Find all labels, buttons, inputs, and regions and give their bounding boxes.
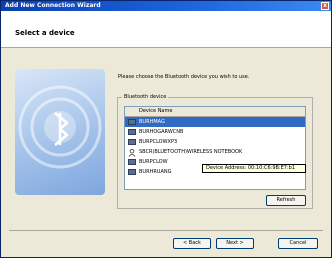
computer-icon: [128, 159, 136, 165]
wizard-header: Select a device: [1, 11, 331, 48]
person-icon: [128, 149, 136, 157]
window-title: Add New Connection Wizard: [5, 2, 101, 9]
device-name: BURHMAG: [139, 119, 165, 125]
device-name: SBCR(BLUETOOTH)WIRELESS NOTEBOOK: [139, 149, 243, 155]
device-name: BURPCLOW: [139, 159, 168, 165]
device-row[interactable]: SBCR(BLUETOOTH)WIRELESS NOTEBOOK: [125, 147, 305, 157]
device-address-tooltip: Device Address: 00:10:C6:9B:E7:b1: [202, 164, 306, 173]
page-title: Select a device: [15, 29, 75, 37]
wizard-window: Add New Connection Wizard x Select a dev…: [0, 0, 332, 258]
close-button[interactable]: x: [321, 2, 329, 10]
next-label: Next >: [226, 240, 244, 246]
next-button[interactable]: Next >: [216, 238, 254, 249]
bluetooth-device-group: Bluetooth device Device Name BURHMAG BUR…: [117, 94, 313, 209]
column-header-device-name[interactable]: Device Name: [125, 107, 305, 117]
footer-divider: [9, 230, 323, 231]
close-icon: x: [323, 2, 327, 9]
title-bar[interactable]: Add New Connection Wizard x: [1, 1, 331, 11]
bluetooth-graphic: [15, 69, 105, 195]
device-name: BURHOGARWCNB: [139, 129, 184, 135]
computer-icon: [128, 169, 136, 175]
refresh-label: Refresh: [276, 197, 296, 203]
computer-icon: [128, 139, 136, 145]
instructions-text: Please choose the Bluetooth device you w…: [118, 74, 250, 80]
computer-icon: [128, 129, 136, 135]
group-label: Bluetooth device: [122, 94, 169, 100]
cancel-label: Cancel: [289, 240, 307, 246]
device-row[interactable]: BURHOGARWCNB: [125, 127, 305, 137]
device-row[interactable]: BURHMAG: [125, 117, 305, 127]
device-name: BURPCLOWXP3: [139, 139, 178, 145]
device-name: BURHRUANG: [139, 169, 172, 175]
back-label: < Back: [183, 240, 201, 246]
cancel-button[interactable]: Cancel: [278, 238, 318, 249]
back-button[interactable]: < Back: [173, 238, 211, 249]
refresh-button[interactable]: Refresh: [266, 195, 306, 206]
device-list[interactable]: Device Name BURHMAG BURHOGARWCNB BURPCLO…: [124, 106, 306, 190]
computer-icon: [128, 119, 136, 125]
device-row[interactable]: BURPCLOWXP3: [125, 137, 305, 147]
